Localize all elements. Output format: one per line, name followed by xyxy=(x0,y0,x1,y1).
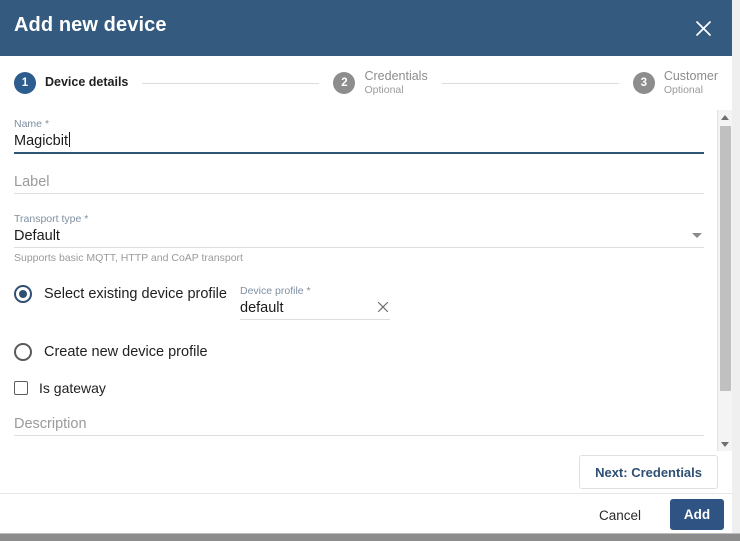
page-background: Add new device 1 Device details 2 Creden… xyxy=(0,0,740,541)
name-field-group: Name * Magicbit xyxy=(14,117,704,154)
form-scrollbar[interactable] xyxy=(717,110,732,451)
description-underline xyxy=(14,435,704,436)
radio-create-new-profile[interactable] xyxy=(14,343,32,361)
create-new-profile-row[interactable]: Create new device profile xyxy=(14,342,704,362)
radio-dot xyxy=(19,290,27,298)
stepper-step-device-details[interactable]: 1 Device details xyxy=(14,72,128,94)
description-field-group: Description xyxy=(14,414,704,436)
step-label: Credentials xyxy=(364,68,428,83)
radio-select-existing-profile-label: Select existing device profile xyxy=(44,286,227,302)
required-marker: * xyxy=(306,285,311,297)
name-input-underline xyxy=(14,152,704,154)
transport-type-field-group: Transport type * Default Supports basic … xyxy=(14,212,704,266)
scrollbar-thumb[interactable] xyxy=(720,126,731,391)
step-number-badge: 1 xyxy=(14,72,36,94)
name-field-label: Name * xyxy=(14,118,50,130)
is-gateway-label: Is gateway xyxy=(39,380,106,396)
device-profile-input[interactable]: default xyxy=(240,298,390,319)
radio-select-existing-profile[interactable] xyxy=(14,285,32,303)
select-existing-profile-row[interactable]: Select existing device profile Device pr… xyxy=(14,284,704,324)
page-title: Add new device xyxy=(14,14,167,36)
checkbox-is-gateway[interactable] xyxy=(14,381,28,395)
next-credentials-button[interactable]: Next: Credentials xyxy=(579,455,718,489)
close-icon[interactable] xyxy=(684,9,722,47)
step-number-badge: 3 xyxy=(632,71,655,94)
device-profile-field-group: Device profile * default xyxy=(240,284,390,320)
text-caret xyxy=(69,132,70,147)
stepper-step-credentials[interactable]: 2 Credentials Optional xyxy=(333,68,428,96)
transport-type-value: Default xyxy=(14,228,60,244)
step-optional-label: Optional xyxy=(663,83,703,96)
step-label: Customer xyxy=(663,68,718,83)
stepper: 1 Device details 2 Credentials Optional … xyxy=(0,56,732,110)
required-marker: * xyxy=(84,213,89,225)
add-button[interactable]: Add xyxy=(670,499,724,530)
stepper-connector-2 xyxy=(441,82,619,84)
step-text-block: Device details xyxy=(45,75,129,90)
clear-icon[interactable] xyxy=(376,300,390,314)
radio-create-new-profile-label: Create new device profile xyxy=(44,344,208,360)
transport-type-hint: Supports basic MQTT, HTTP and CoAP trans… xyxy=(14,252,243,264)
triangle-up-glyph xyxy=(721,114,729,120)
stepper-connector-1 xyxy=(142,82,320,84)
label-field-group: Label xyxy=(14,172,704,194)
required-marker: * xyxy=(44,118,50,130)
device-profile-value: default xyxy=(240,300,284,316)
next-action-row: Next: Credentials xyxy=(0,451,732,493)
add-device-dialog: Add new device 1 Device details 2 Creden… xyxy=(0,0,732,533)
device-profile-underline xyxy=(240,319,390,320)
label-input-underline xyxy=(14,193,704,194)
dialog-titlebar: Add new device xyxy=(0,0,732,56)
stepper-step-customer[interactable]: 3 Customer Optional xyxy=(632,68,718,96)
scroll-up-icon[interactable] xyxy=(718,110,732,124)
dialog-footer: Cancel Add xyxy=(0,493,732,533)
step-optional-label: Optional xyxy=(364,83,404,96)
transport-type-label: Transport type * xyxy=(14,213,89,225)
name-input-value: Magicbit xyxy=(14,133,68,149)
step-text-block: Credentials Optional xyxy=(364,68,428,96)
transport-type-select[interactable]: Default xyxy=(14,226,704,247)
chevron-down-icon[interactable] xyxy=(692,233,702,238)
name-input[interactable]: Magicbit xyxy=(14,131,704,152)
label-input[interactable]: Label xyxy=(14,172,704,193)
step-label: Device details xyxy=(45,75,129,90)
cancel-button[interactable]: Cancel xyxy=(591,502,649,528)
scroll-down-icon[interactable] xyxy=(718,437,732,451)
triangle-down-glyph xyxy=(721,441,729,447)
step-number-badge: 2 xyxy=(333,71,356,94)
device-profile-label: Device profile * xyxy=(240,285,311,297)
description-input[interactable]: Description xyxy=(14,414,704,435)
form-scroll-area: Name * Magicbit Label Transport type * D… xyxy=(0,110,732,451)
is-gateway-row[interactable]: Is gateway xyxy=(14,380,704,396)
device-details-form: Name * Magicbit Label Transport type * D… xyxy=(0,110,718,436)
step-text-block: Customer Optional xyxy=(663,68,718,96)
